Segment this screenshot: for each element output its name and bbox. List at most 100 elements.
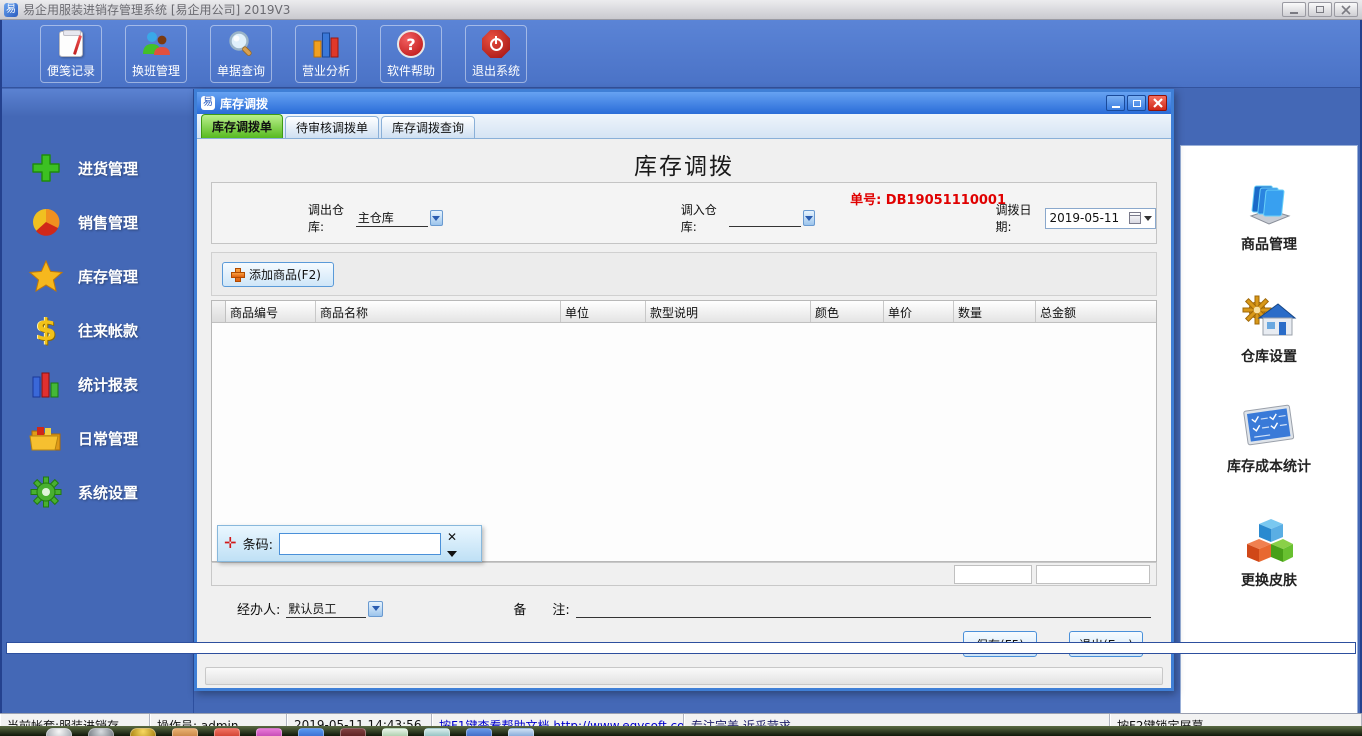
toolbar-button-exit[interactable]: 退出系统	[465, 24, 527, 83]
toolbar-button-notes[interactable]: 便笺记录	[40, 24, 102, 83]
inventory-transfer-dialog: 易 库存调拨 库存调拨单 待审核调拨单 库存调拨查询 库存调拨 单号: DB19…	[194, 89, 1174, 691]
chevron-down-icon	[804, 215, 813, 221]
col-product-name[interactable]: 商品名称	[316, 301, 561, 322]
barcode-close-icon[interactable]: ✕	[447, 531, 457, 543]
dialog-titlebar: 易 库存调拨	[197, 92, 1171, 114]
operator-label: 经办人:	[237, 603, 281, 618]
toolbar-label: 退出系统	[471, 64, 520, 78]
transfer-date-input[interactable]: 2019-05-11	[1045, 207, 1157, 229]
sidebar-item-label: 统计报表	[78, 375, 139, 394]
in-warehouse-dropdown-button[interactable]	[802, 210, 816, 226]
app-icon: 易	[4, 2, 18, 17]
minimize-button[interactable]	[1282, 2, 1306, 17]
out-warehouse-value[interactable]: 主仓库	[355, 209, 428, 227]
barcode-dropdown-icon[interactable]	[447, 550, 457, 557]
sidebar-item-label: 系统设置	[78, 483, 139, 502]
items-table-body[interactable]	[212, 323, 1156, 539]
dialog-title: 库存调拨	[220, 96, 269, 111]
remark-input[interactable]	[575, 600, 1151, 618]
col-quantity[interactable]: 数量	[954, 301, 1036, 322]
left-sidebar: 进货管理 销售管理 库存管理 $ 往来帐款 统计报表 日常管理 系统设置	[2, 89, 194, 726]
dialog-close-button[interactable]	[1148, 95, 1167, 111]
dialog-maximize-button[interactable]	[1127, 95, 1146, 111]
out-warehouse-dropdown-button[interactable]	[429, 210, 443, 226]
out-warehouse-label: 调出仓库:	[308, 203, 345, 234]
right-item-label: 更换皮肤	[1241, 573, 1297, 589]
taskbar-icon[interactable]	[424, 728, 450, 736]
bottom-white-strip	[6, 642, 1356, 654]
right-item-cost-stats[interactable]: 库存成本统计	[1227, 404, 1311, 476]
in-warehouse-value[interactable]	[728, 209, 801, 227]
toolbar-button-shift[interactable]: 换班管理	[125, 24, 187, 83]
col-total-amount[interactable]: 总金额	[1036, 301, 1156, 322]
sidebar-item-daily[interactable]: 日常管理	[2, 411, 193, 465]
barcode-input[interactable]	[278, 532, 441, 555]
toolbar-button-help[interactable]: ? 软件帮助	[380, 24, 442, 83]
column-chart-icon	[28, 366, 64, 402]
sidebar-item-settings[interactable]: 系统设置	[2, 465, 193, 519]
taskbar-icon[interactable]	[172, 728, 198, 736]
total-amount-box	[1036, 565, 1150, 584]
tab-pending-review[interactable]: 待审核调拨单	[285, 116, 380, 138]
taskbar-icon[interactable]	[130, 728, 156, 736]
skin-cubes-icon	[1247, 519, 1293, 562]
taskbar-icon[interactable]	[46, 728, 72, 736]
right-item-warehouse[interactable]: 仓库设置	[1241, 292, 1297, 366]
taskbar-icon[interactable]	[466, 728, 492, 736]
taskbar-icon[interactable]	[256, 728, 282, 736]
close-icon	[1152, 98, 1163, 108]
transfer-date-field: 调拨日期: 2019-05-11	[995, 201, 1157, 235]
taskbar-icon[interactable]	[508, 728, 534, 736]
right-item-label: 商品管理	[1241, 237, 1297, 253]
col-unit-price[interactable]: 单价	[884, 301, 954, 322]
sidebar-item-label: 销售管理	[78, 213, 139, 232]
window-title: 易企用服装进销存管理系统 [易企用公司] 2019V3	[23, 3, 291, 17]
sidebar-item-reports[interactable]: 统计报表	[2, 357, 193, 411]
dialog-content: 库存调拨 单号: DB19051110001 调出仓库: 主仓库 调入仓库: 调…	[197, 139, 1171, 691]
sidebar-item-label: 往来帐款	[78, 321, 139, 340]
toolbar-button-analysis[interactable]: 营业分析	[295, 24, 357, 83]
power-icon	[480, 28, 512, 60]
dialog-minimize-button[interactable]	[1106, 95, 1125, 111]
operator-value[interactable]: 默认员工	[286, 600, 367, 618]
items-table-header: 商品编号 商品名称 单位 款型说明 颜色 单价 数量 总金额	[212, 301, 1156, 323]
close-button[interactable]	[1334, 2, 1358, 17]
taskbar-icon[interactable]	[298, 728, 324, 736]
toolbar-label: 软件帮助	[386, 64, 435, 78]
checklist-board-icon	[1243, 404, 1295, 446]
sidebar-item-inventory[interactable]: 库存管理	[2, 249, 193, 303]
restore-button[interactable]	[1308, 2, 1332, 17]
toolbar-button-query[interactable]: 单据查询	[210, 24, 272, 83]
move-handle-icon[interactable]: ✛	[224, 536, 237, 551]
operator-dropdown-button[interactable]	[368, 600, 384, 617]
right-sidebar: 商品管理 仓库设置 库存成本统计 更换皮肤	[1178, 89, 1360, 726]
search-icon	[225, 28, 257, 60]
right-item-products[interactable]: 商品管理	[1241, 182, 1297, 254]
right-item-label: 仓库设置	[1241, 349, 1297, 365]
col-unit[interactable]: 单位	[561, 301, 646, 322]
sidebar-item-sales[interactable]: 销售管理	[2, 195, 193, 249]
minimize-icon	[1290, 11, 1298, 14]
os-taskbar[interactable]	[0, 726, 1362, 736]
taskbar-icon[interactable]	[88, 728, 114, 736]
sidebar-item-purchase[interactable]: 进货管理	[2, 141, 193, 195]
top-toolbar: 便笺记录 换班管理 单据查询 营业分析 ? 软件帮助 退出系统	[2, 20, 1360, 88]
dialog-tabs: 库存调拨单 待审核调拨单 库存调拨查询	[197, 114, 1171, 139]
col-product-code[interactable]: 商品编号	[226, 301, 316, 322]
sidebar-item-accounts[interactable]: $ 往来帐款	[2, 303, 193, 357]
col-color[interactable]: 颜色	[811, 301, 884, 322]
tab-transfer-query[interactable]: 库存调拨查询	[381, 116, 476, 138]
taskbar-icon[interactable]	[214, 728, 240, 736]
main-frame: 便笺记录 换班管理 单据查询 营业分析 ? 软件帮助 退出系统 进货管理 销售管…	[0, 20, 1362, 726]
col-style-desc[interactable]: 款型说明	[646, 301, 811, 322]
shift-users-icon	[140, 28, 172, 60]
right-item-skin[interactable]: 更换皮肤	[1241, 514, 1297, 590]
add-product-button[interactable]: 添加商品(F2)	[222, 261, 334, 287]
app-titlebar: 易 易企用服装进销存管理系统 [易企用公司] 2019V3	[0, 0, 1362, 20]
maximize-icon	[1132, 99, 1141, 107]
taskbar-icon[interactable]	[382, 728, 408, 736]
tab-transfer-form[interactable]: 库存调拨单	[201, 114, 284, 138]
right-item-label: 库存成本统计	[1227, 459, 1311, 475]
taskbar-icon[interactable]	[340, 728, 366, 736]
chevron-down-icon[interactable]	[1144, 215, 1153, 221]
